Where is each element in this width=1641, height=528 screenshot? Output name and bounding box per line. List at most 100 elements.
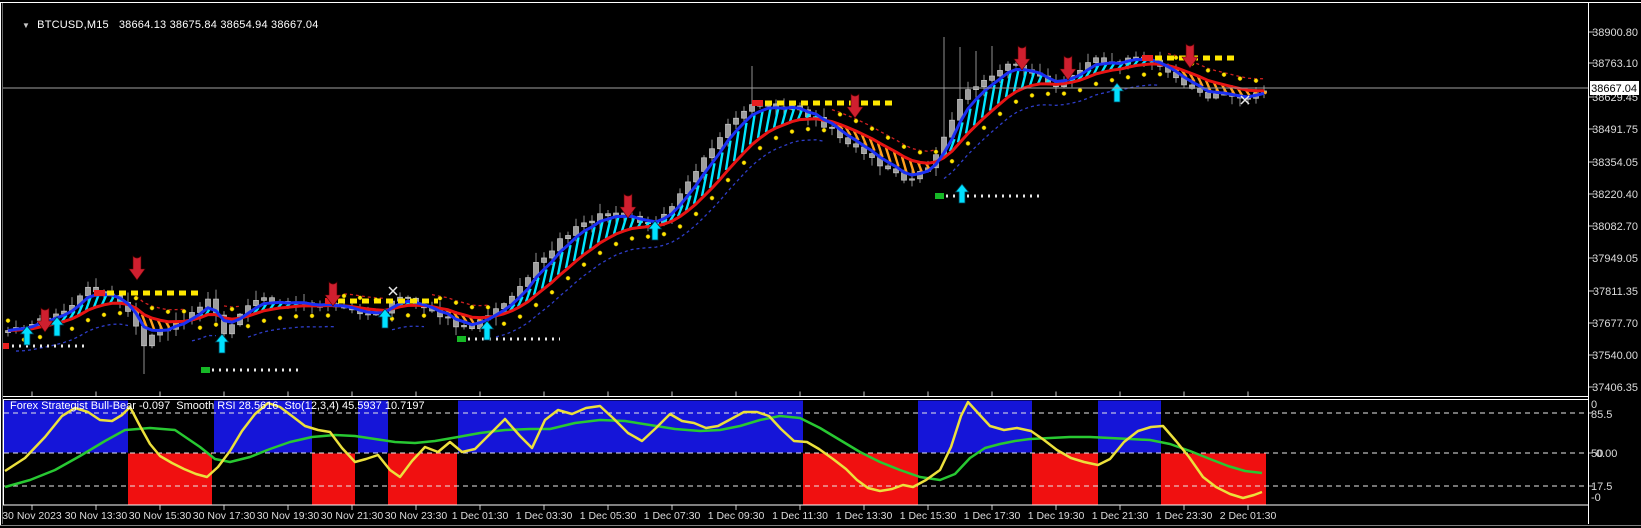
time-axis-label: 1 Dec 17:30 (964, 510, 1021, 522)
yellow-dot (197, 325, 203, 331)
yellow-dot (613, 241, 619, 247)
chart-canvas[interactable]: 38900.8038763.1038629.4538491.7538354.05… (0, 0, 1641, 528)
symbol-period-label: BTCUSD,M15 (37, 19, 109, 31)
yellow-dot (1045, 91, 1051, 97)
current-price-label: 38667.04 (1591, 83, 1637, 95)
chart-title-row: ▼ BTCUSD,M15 38664.13 38675.84 38654.94 38… (9, 7, 319, 43)
yellow-dot (885, 135, 891, 140)
yellow-dot (85, 317, 91, 323)
price-axis-label: 37949.05 (1592, 253, 1638, 265)
price-axis-label: 38220.40 (1592, 189, 1638, 201)
yellow-dot (437, 295, 443, 301)
yellow-dot (549, 289, 555, 295)
yellow-dot (757, 145, 763, 151)
price-axis-label: 37677.70 (1592, 318, 1638, 330)
time-axis-label: 1 Dec 11:30 (772, 510, 828, 522)
yellow-dot (1077, 87, 1083, 93)
resistance-start-block (1142, 55, 1153, 61)
price-axis-label: 37540.00 (1592, 350, 1638, 362)
yellow-dot (1061, 91, 1067, 96)
yellow-dot (117, 310, 123, 316)
bull-block (458, 400, 803, 453)
yellow-dot (261, 318, 267, 324)
price-axis-label: 38082.70 (1592, 221, 1638, 233)
candle-body (589, 220, 595, 224)
time-axis-label: 30 Nov 23:30 (385, 510, 448, 522)
candle-body (829, 126, 835, 129)
yellow-dot (485, 304, 491, 310)
yellow-dot (101, 312, 107, 318)
yellow-dot (421, 313, 427, 319)
time-axis-label: 1 Dec 13:30 (836, 510, 893, 522)
candle-body (405, 296, 411, 299)
yellow-dot (1029, 93, 1035, 98)
yellow-dot (1205, 68, 1211, 73)
yellow-dot (597, 250, 603, 256)
yellow-dot (213, 322, 219, 327)
time-axis-label: 30 Nov 15:30 (129, 510, 192, 522)
indicator-axis-label: 0.00 (1596, 448, 1617, 460)
support-start-block (201, 367, 210, 373)
time-axis-label: 1 Dec 03:30 (516, 510, 573, 522)
candle-body (717, 137, 723, 150)
price-axis-label: 38354.05 (1592, 157, 1638, 169)
yellow-dot (1173, 55, 1179, 61)
candle-body (253, 300, 259, 307)
yellow-dot (277, 315, 283, 321)
yellow-dot (453, 300, 459, 306)
candle-body (205, 298, 211, 308)
time-axis-label: 1 Dec 21:30 (1092, 510, 1149, 522)
candle-body (229, 324, 235, 335)
time-axis-label: 1 Dec 09:30 (708, 510, 765, 522)
candle-body (965, 89, 971, 100)
candle-body (1213, 93, 1219, 99)
time-axis-label: 30 Nov 13:30 (65, 510, 128, 522)
time-axis-label: 1 Dec 05:30 (580, 510, 637, 522)
candle-body (885, 165, 891, 170)
price-axis-label: 37811.35 (1593, 286, 1638, 298)
bear-block (1032, 453, 1098, 505)
resistance-start-block (752, 100, 763, 106)
time-axis-label: 1 Dec 07:30 (644, 510, 701, 522)
yellow-dot (229, 306, 235, 312)
time-axis-label: 1 Dec 19:30 (1028, 510, 1085, 522)
yellow-dot (949, 158, 955, 164)
candle-body (549, 250, 555, 259)
indicator-axis-label: -0 (1591, 492, 1601, 504)
yellow-dot (181, 309, 187, 314)
yellow-dot (1221, 72, 1227, 77)
yellow-dot (933, 149, 939, 155)
yellow-dot (325, 313, 331, 318)
yellow-dot (773, 135, 779, 141)
price-axis-label: 38763.10 (1592, 58, 1638, 70)
time-axis-label: 2 Dec 01:30 (1220, 510, 1277, 522)
yellow-dot (1093, 81, 1099, 87)
candle-body (85, 286, 91, 297)
candle-body (1093, 57, 1099, 63)
candle-body (1101, 57, 1107, 63)
candle-body (741, 110, 747, 119)
candle-body (709, 148, 715, 159)
price-axis-label: 38900.80 (1592, 27, 1638, 39)
symbol-dropdown-icon[interactable]: ▼ (22, 21, 30, 30)
yellow-dot (517, 314, 523, 319)
yellow-dot (661, 231, 667, 237)
yellow-dot (805, 126, 811, 132)
yellow-dot (1237, 76, 1243, 81)
candle-body (909, 178, 915, 181)
yellow-dot (981, 125, 987, 131)
candle-body (365, 313, 371, 316)
yellow-dot (69, 326, 75, 332)
candle-body (997, 70, 1003, 77)
yellow-dot (853, 118, 859, 124)
yellow-dot (245, 323, 251, 329)
candle-body (461, 325, 467, 328)
yellow-dot (789, 129, 795, 134)
yellow-dot (341, 293, 347, 299)
yellow-dot (533, 302, 539, 308)
time-axis-label: 1 Dec 01:30 (452, 510, 509, 522)
candle-body (605, 213, 611, 217)
candle-body (989, 75, 995, 81)
time-axis-label: 30 Nov 19:30 (257, 510, 320, 522)
yellow-dot (629, 236, 635, 241)
